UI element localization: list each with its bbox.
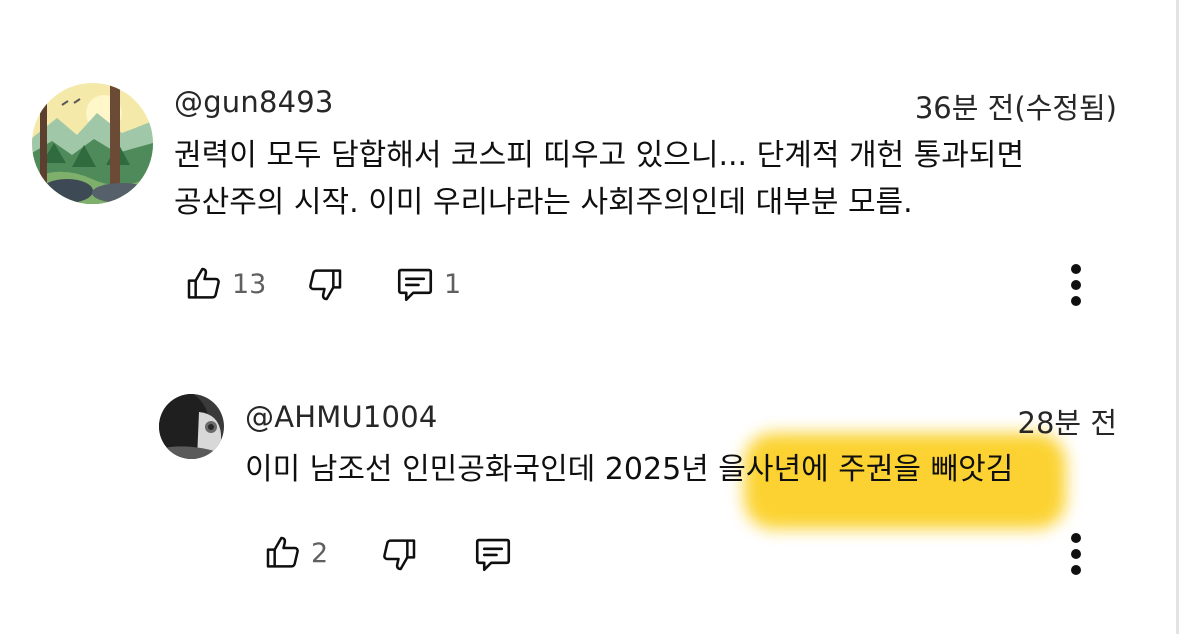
landscape-avatar-icon (32, 83, 153, 204)
reply-button[interactable] (472, 531, 514, 577)
comment-reply-icon (475, 538, 511, 572)
reply-author[interactable]: @AHMU1004 (245, 400, 438, 434)
more-options-button[interactable] (1061, 530, 1091, 580)
thumbs-down-icon (309, 269, 342, 301)
comment-text-line-1: 권력이 모두 담합해서 코스피 띠우고 있으니... 단계적 개헌 통과되면 (174, 138, 1025, 173)
like-count: 2 (311, 537, 329, 569)
more-vertical-icon (1071, 533, 1081, 575)
comment-text-line-2: 공산주의 시작. 이미 우리나라는 사회주의인데 대부분 모름. (174, 185, 913, 220)
reply-text: 이미 남조선 인민공화국인데 2025년 을사년에 주권을 빼앗김 (245, 452, 1014, 487)
dislike-button[interactable] (379, 531, 419, 577)
avatar[interactable] (159, 394, 224, 459)
comment-author[interactable]: @gun8493 (174, 85, 334, 119)
avatar[interactable] (32, 83, 153, 204)
more-vertical-icon (1071, 264, 1081, 306)
like-button[interactable]: 13 (184, 261, 266, 307)
thumbs-down-icon (383, 539, 416, 571)
reply-thread: @AHMU1004 28분 전 이미 남조선 인민공화국인데 2025년 을사년… (0, 330, 1179, 634)
comment-reply-icon (397, 268, 433, 302)
thumbs-up-icon (187, 267, 220, 299)
reply-button[interactable]: 1 (394, 261, 461, 307)
comment-thread: @gun8493 36분 전(수정됨) 권력이 모두 담합해서 코스피 띠우고 … (0, 0, 1179, 330)
like-button[interactable]: 2 (263, 530, 328, 576)
dislike-button[interactable] (305, 261, 345, 307)
reply-count: 1 (444, 268, 462, 300)
like-count: 13 (232, 268, 267, 300)
reply-timestamp: 28분 전 (1017, 406, 1117, 440)
dark-avatar-icon (159, 394, 224, 459)
more-options-button[interactable] (1061, 261, 1091, 311)
comment-timestamp: 36분 전(수정됨) (914, 91, 1117, 125)
thumbs-up-icon (266, 536, 299, 568)
